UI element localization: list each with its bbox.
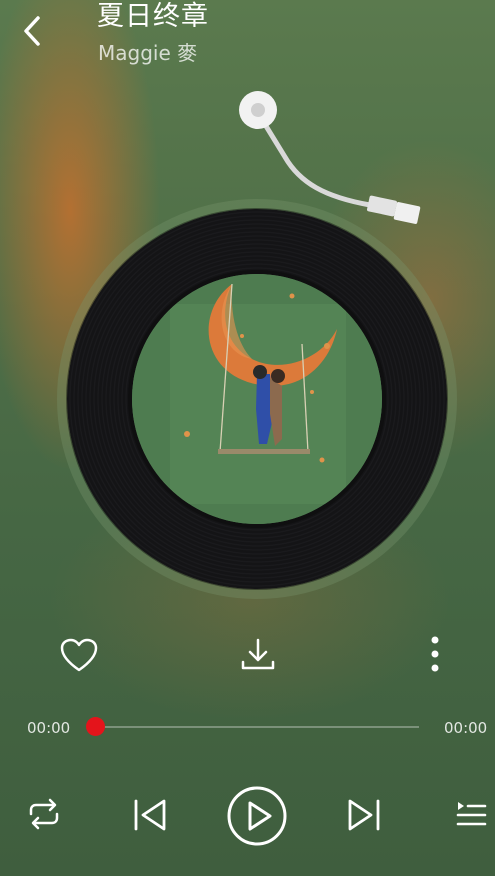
current-time: 00:00 (27, 719, 71, 737)
music-player-screen: 夏日终章 Maggie 麥 00:00 00:00 (0, 0, 495, 876)
progress-bar[interactable] (93, 726, 419, 728)
song-title: 夏日终章 (97, 1, 209, 32)
progress-thumb[interactable] (85, 717, 105, 736)
back-chevron-icon (24, 16, 40, 46)
album-cover (132, 274, 382, 524)
skip-previous-icon (134, 799, 166, 831)
play-icon (227, 786, 287, 846)
like-button[interactable] (58, 635, 100, 677)
skip-next-icon (348, 799, 380, 831)
more-options-button[interactable] (420, 633, 450, 677)
heart-icon (60, 638, 98, 672)
next-track-button[interactable] (345, 795, 383, 835)
download-icon (241, 638, 275, 670)
repeat-icon (29, 798, 59, 830)
tone-arm (230, 85, 430, 245)
total-time: 00:00 (444, 719, 488, 737)
artist-name[interactable]: Maggie 麥 (98, 40, 197, 66)
playlist-icon (456, 802, 487, 826)
playlist-button[interactable] (455, 797, 487, 831)
repeat-button[interactable] (25, 795, 63, 833)
more-vertical-icon (431, 636, 439, 672)
download-button[interactable] (237, 635, 279, 677)
back-button[interactable] (18, 14, 48, 48)
album-art-illustration (132, 274, 382, 524)
previous-track-button[interactable] (131, 795, 169, 835)
play-button[interactable] (226, 785, 288, 847)
